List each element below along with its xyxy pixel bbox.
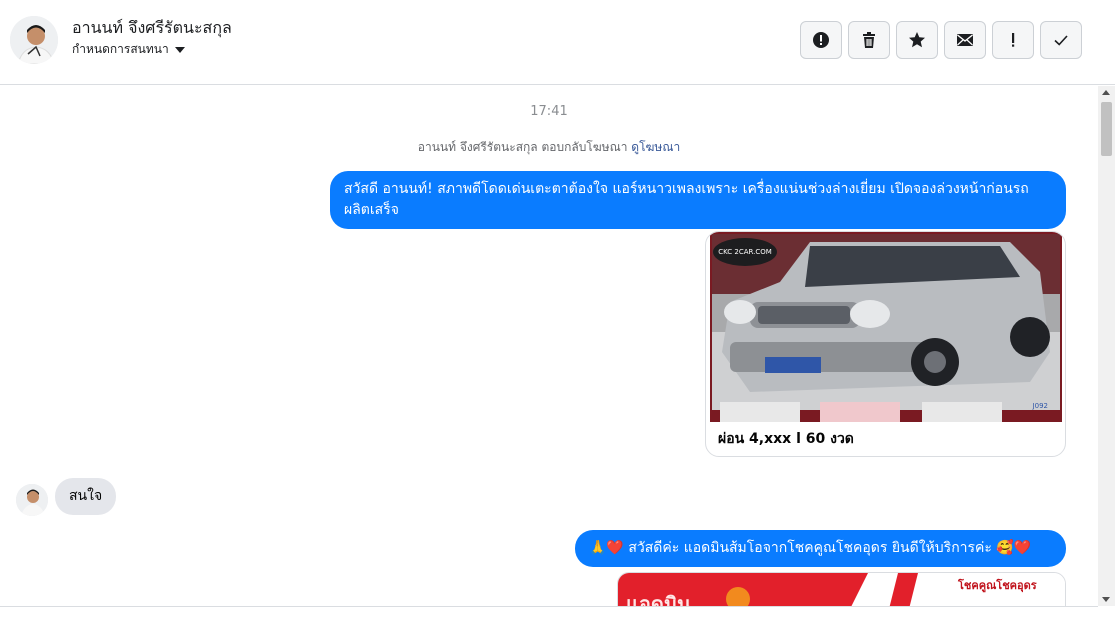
- incoming-message[interactable]: สนใจ: [55, 478, 117, 515]
- outgoing-message[interactable]: สวัสดี อานนท์! สภาพดีโดดเด่นเตะตาต้องใจ …: [330, 171, 1066, 229]
- outgoing-message[interactable]: 🙏❤️ สวัสดีค่ะ แอดมินส้มโอจากโชคคูณโชคอุด…: [575, 530, 1066, 567]
- assign-conversation-label: กำหนดการสนทนา: [72, 42, 169, 56]
- contact-name[interactable]: อานนท์ จึงศรีรัตนะสกุล: [72, 16, 232, 41]
- ad-card[interactable]: CKC 2CAR.COM J092 ผ่อน 4,xxx l 60 งวด: [705, 231, 1066, 457]
- ad-reply-text: อานนท์ จึงศรีรัตนะสกุล ตอบกลับโฆษณา: [417, 140, 628, 154]
- message-text: สนใจ: [69, 488, 103, 504]
- scroll-thumb[interactable]: [1101, 102, 1112, 156]
- follow-up-button[interactable]: [992, 21, 1034, 59]
- thread-scrollbar[interactable]: [1098, 86, 1115, 606]
- exclamation-icon: [1012, 33, 1015, 47]
- caret-down-icon: [174, 46, 185, 53]
- view-ad-link[interactable]: ดูโฆษณา: [631, 140, 680, 154]
- assign-conversation-dropdown[interactable]: กำหนดการสนทนา: [72, 40, 185, 59]
- image-watermark: CKC 2CAR.COM: [718, 248, 772, 256]
- composer-area[interactable]: [0, 606, 1098, 620]
- conversation-header: อานนท์ จึงศรีรัตนะสกุล กำหนดการสนทนา: [0, 0, 1115, 85]
- car-photo: CKC 2CAR.COM J092: [710, 232, 1062, 422]
- trash-icon: [863, 32, 875, 48]
- contact-avatar[interactable]: [10, 16, 58, 64]
- delete-button[interactable]: [848, 21, 890, 59]
- mark-done-button[interactable]: [1040, 21, 1082, 59]
- mark-spam-button[interactable]: [800, 21, 842, 59]
- message-text: 🙏❤️ สวัสดีค่ะ แอดมินส้มโอจากโชคคูณโชคอุด…: [589, 540, 1032, 556]
- message-thread[interactable]: 17:41 อานนท์ จึงศรีรัตนะสกุล ตอบกลับโฆษณ…: [0, 86, 1098, 606]
- ad-reply-notice: อานนท์ จึงศรีรัตนะสกุล ตอบกลับโฆษณา ดูโฆ…: [0, 138, 1098, 157]
- conversation-toolbar: [800, 21, 1082, 59]
- contact-avatar-small[interactable]: [16, 484, 48, 516]
- star-icon: [909, 32, 925, 48]
- ad-card-caption: ผ่อน 4,xxx l 60 งวด: [718, 431, 854, 447]
- message-text: สวัสดี อานนท์! สภาพดีโดดเด่นเตะตาต้องใจ …: [344, 181, 1029, 218]
- check-icon: [1054, 35, 1068, 46]
- alert-icon: [813, 32, 829, 48]
- mail-icon: [957, 34, 973, 46]
- scroll-down-arrow-icon[interactable]: [1102, 597, 1110, 602]
- star-button[interactable]: [896, 21, 938, 59]
- promo-text-left: แอดมิน: [626, 592, 691, 606]
- message-timestamp: 17:41: [530, 104, 568, 119]
- scroll-up-arrow-icon[interactable]: [1102, 90, 1110, 95]
- mark-unread-button[interactable]: [944, 21, 986, 59]
- image-code: J092: [1032, 402, 1048, 410]
- promo-text-right: โชคคูณโชคอุดร: [957, 578, 1037, 593]
- promo-image[interactable]: แอดมิน โชคคูณโชคอุดร: [617, 572, 1066, 606]
- promo-banner-image: แอดมิน โชคคูณโชคอุดร: [618, 573, 1065, 606]
